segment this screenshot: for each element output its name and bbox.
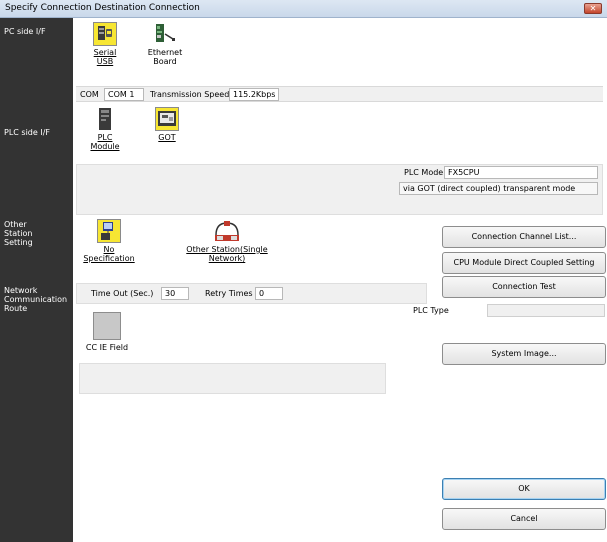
- sidebar-label-pc-side: PC side I/F: [4, 27, 46, 36]
- plc-mode-label: PLC Mode: [404, 168, 444, 177]
- ok-button[interactable]: OK: [442, 478, 606, 500]
- serial-usb-label-2: USB: [96, 57, 114, 66]
- timeout-input[interactable]: 30: [161, 287, 189, 300]
- com-info-bar: COM COM 1 Transmission Speed 115.2Kbps: [76, 86, 603, 102]
- plc-mode-panel: PLC Mode FX5CPU via GOT (direct coupled)…: [76, 164, 603, 215]
- retry-times-input[interactable]: 0: [255, 287, 283, 300]
- got-option[interactable]: GOT: [149, 107, 185, 142]
- plc-module-label-1: PLC: [97, 133, 113, 142]
- plc-mode-value: FX5CPU: [444, 166, 598, 179]
- window-title: Specify Connection Destination Connectio…: [5, 3, 200, 13]
- plc-type-value: [487, 304, 605, 317]
- transmission-speed-value: 115.2Kbps: [229, 88, 279, 101]
- got-icon: [155, 107, 179, 131]
- ethernet-board-label-2: Board: [153, 57, 177, 66]
- ethernet-board-icon: [153, 22, 177, 46]
- timeout-retry-panel: Time Out (Sec.) 30 Retry Times 0: [76, 283, 427, 304]
- sidebar-label-other-station: Other Station Setting: [4, 220, 33, 247]
- got-label: GOT: [158, 133, 176, 142]
- transparent-mode-text: via GOT (direct coupled) transparent mod…: [399, 182, 598, 195]
- timeout-label: Time Out (Sec.): [91, 289, 154, 298]
- network-route-panel: [79, 363, 386, 394]
- cc-ie-field-option[interactable]: CC IE Field: [77, 312, 137, 352]
- sidebar-label-network-route: Network Communication Route: [4, 286, 68, 313]
- serial-usb-option[interactable]: Serial USB: [85, 22, 125, 66]
- close-button[interactable]: ✕: [584, 3, 602, 14]
- plc-module-label-2: Module: [90, 142, 120, 151]
- ethernet-board-option[interactable]: Ethernet Board: [143, 22, 187, 66]
- no-specification-option[interactable]: No Specification: [77, 219, 141, 263]
- plc-module-icon: [93, 107, 117, 131]
- sidebar-label-plc-side: PLC side I/F: [4, 128, 50, 137]
- com-label: COM: [80, 90, 99, 99]
- connection-channel-list-button[interactable]: Connection Channel List...: [442, 226, 606, 248]
- title-bar: Specify Connection Destination Connectio…: [0, 0, 607, 18]
- main-area: Serial USB Ethernet Board COM COM 1 Tran…: [73, 18, 607, 542]
- cc-ie-field-icon: [93, 312, 121, 340]
- serial-usb-label-1: Serial: [93, 48, 117, 57]
- cancel-button[interactable]: Cancel: [442, 508, 606, 530]
- retry-times-label: Retry Times: [205, 289, 253, 298]
- system-image-button[interactable]: System Image...: [442, 343, 606, 365]
- plc-type-label: PLC Type: [413, 306, 449, 315]
- cc-ie-field-label: CC IE Field: [85, 343, 129, 352]
- connection-test-button[interactable]: Connection Test: [442, 276, 606, 298]
- cpu-direct-coupled-setting-button[interactable]: CPU Module Direct Coupled Setting: [442, 252, 606, 274]
- no-specification-label: No Specification: [83, 245, 135, 263]
- plc-module-option[interactable]: PLC Module: [87, 107, 123, 151]
- serial-usb-icon: [93, 22, 117, 46]
- other-station-label-1: Other Station(Single: [186, 245, 268, 254]
- sidebar: PC side I/F PLC side I/F Other Station S…: [0, 18, 73, 542]
- other-station-label-2: Network): [208, 254, 246, 263]
- com-value: COM 1: [104, 88, 144, 101]
- ethernet-board-label-1: Ethernet: [147, 48, 183, 57]
- other-station-single-network-option[interactable]: Other Station(Single Network): [181, 219, 273, 263]
- other-station-network-icon: [214, 219, 240, 243]
- no-specification-icon: [97, 219, 121, 243]
- transmission-speed-label: Transmission Speed: [150, 90, 230, 99]
